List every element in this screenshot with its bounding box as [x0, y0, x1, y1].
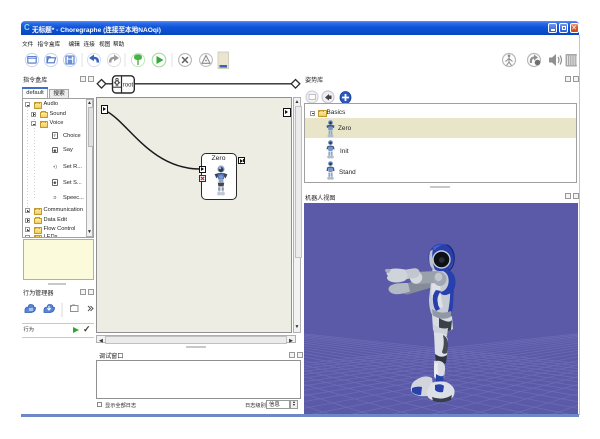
svg-text:root: root [123, 82, 134, 88]
